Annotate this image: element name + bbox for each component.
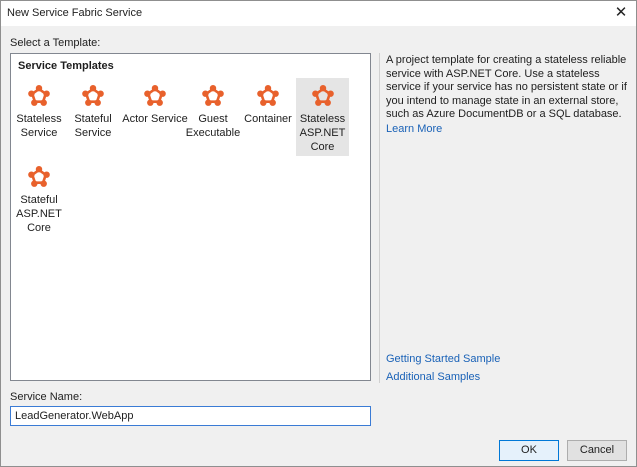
service-name-label: Service Name: <box>10 391 83 403</box>
template-label: Stateful ASP.NET Core <box>16 194 62 234</box>
template-stateful-aspnet-core[interactable]: Stateful ASP.NET Core <box>13 159 65 237</box>
close-button[interactable]: ✕ <box>610 3 632 23</box>
template-label: Stateless Service <box>16 113 62 139</box>
new-service-dialog: New Service Fabric Service ✕ Select a Te… <box>0 0 637 467</box>
template-label: Container <box>244 113 292 125</box>
group-title: Service Templates <box>18 60 114 72</box>
template-actor-service[interactable]: Actor Service <box>120 78 190 156</box>
service-fabric-icon <box>311 85 334 106</box>
ok-button[interactable]: OK <box>499 440 559 461</box>
template-description: A project template for creating a statel… <box>386 54 627 120</box>
service-fabric-icon <box>28 166 50 187</box>
learn-more-link[interactable]: Learn More <box>386 123 442 135</box>
description-panel: A project template for creating a statel… <box>379 53 630 383</box>
service-fabric-icon <box>144 85 166 106</box>
template-guest-executable[interactable]: Guest Executable <box>185 78 241 156</box>
select-template-label: Select a Template: <box>10 37 101 49</box>
service-fabric-icon <box>257 85 279 106</box>
template-stateful-service[interactable]: Stateful Service <box>67 78 119 156</box>
template-container[interactable]: Container <box>242 78 294 156</box>
service-name-input[interactable] <box>10 406 371 426</box>
title-bar: New Service Fabric Service ✕ <box>1 1 636 26</box>
service-fabric-icon <box>82 85 104 106</box>
template-label: Actor Service <box>122 113 188 125</box>
additional-samples-link[interactable]: Additional Samples <box>386 371 480 383</box>
template-label: Stateful Service <box>74 113 112 139</box>
template-label: Stateless ASP.NET Core <box>299 113 346 153</box>
template-label: Guest Executable <box>185 113 241 139</box>
getting-started-link[interactable]: Getting Started Sample <box>386 353 500 365</box>
dialog-title: New Service Fabric Service <box>7 7 143 19</box>
cancel-button[interactable]: Cancel <box>567 440 627 461</box>
template-stateless-service[interactable]: Stateless Service <box>13 78 65 156</box>
template-list: Service Templates Stateless Service State… <box>10 53 371 381</box>
service-fabric-icon <box>202 85 224 106</box>
service-fabric-icon <box>28 85 50 106</box>
template-stateless-aspnet-core[interactable]: Stateless ASP.NET Core <box>296 78 349 156</box>
